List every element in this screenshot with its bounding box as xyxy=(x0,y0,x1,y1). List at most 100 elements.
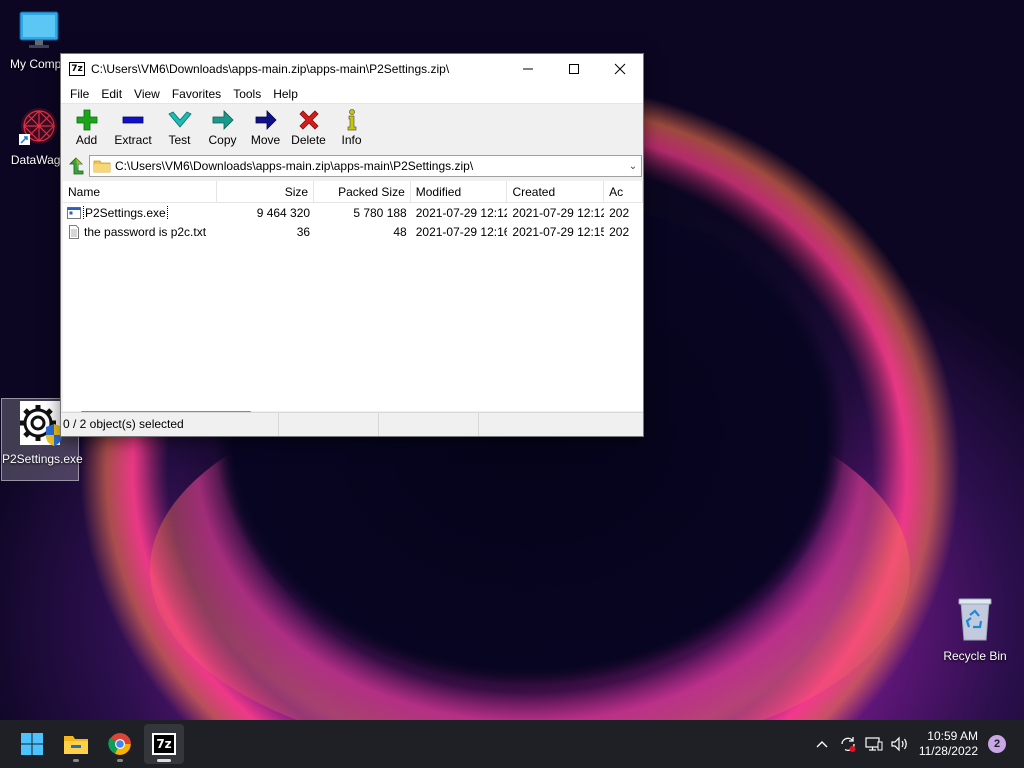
arrow-right-icon xyxy=(212,110,234,130)
menu-file[interactable]: File xyxy=(64,87,95,101)
status-text: 0 / 2 object(s) selected xyxy=(61,413,279,436)
chevron-up-icon xyxy=(816,741,828,748)
column-packed-size[interactable]: Packed Size xyxy=(314,181,411,202)
start-button[interactable] xyxy=(12,724,52,764)
menu-bar: File Edit View Favorites Tools Help xyxy=(61,84,643,104)
menu-view[interactable]: View xyxy=(128,87,166,101)
up-folder-button[interactable] xyxy=(63,155,89,177)
show-hidden-icons-button[interactable] xyxy=(809,720,835,768)
column-size[interactable]: Size xyxy=(217,181,315,202)
recycle-bin-icon xyxy=(958,598,992,641)
delete-label: Delete xyxy=(291,133,326,147)
maximize-icon xyxy=(569,64,579,74)
file-size: 36 xyxy=(296,224,311,239)
desktop-icon-label: Recycle Bin xyxy=(943,649,1007,663)
7zip-icon: 7z xyxy=(152,733,176,755)
folder-icon xyxy=(93,160,111,173)
menu-edit[interactable]: Edit xyxy=(95,87,128,101)
taskbar-chrome[interactable] xyxy=(100,724,140,764)
column-modified[interactable]: Modified xyxy=(411,181,508,202)
column-headers: Name Size Packed Size Modified Created A… xyxy=(63,181,643,203)
desktop-icon-recycle-bin[interactable]: Recycle Bin xyxy=(936,596,1014,663)
add-label: Add xyxy=(75,133,98,147)
file-accessed: 202 xyxy=(609,224,630,239)
close-icon xyxy=(614,63,626,75)
arrow-right-icon xyxy=(255,110,277,130)
running-indicator xyxy=(157,759,171,762)
chrome-icon xyxy=(108,733,131,755)
x-icon xyxy=(298,110,319,130)
info-icon xyxy=(347,109,356,131)
taskbar-7zip[interactable]: 7z xyxy=(144,724,184,764)
file-name: the password is p2c.txt xyxy=(84,224,207,239)
file-created: 2021-07-29 12:12 xyxy=(512,205,605,220)
network-icon xyxy=(865,737,883,751)
exe-file-icon xyxy=(67,206,81,219)
clock-date: 11/28/2022 xyxy=(918,744,978,758)
title-bar[interactable]: 7z C:\Users\VM6\Downloads\apps-main.zip\… xyxy=(61,54,643,84)
volume-button[interactable] xyxy=(887,720,913,768)
minimize-button[interactable] xyxy=(505,54,551,84)
copy-button[interactable]: Copy xyxy=(201,108,244,147)
add-button[interactable]: Add xyxy=(65,108,108,147)
sync-status-button[interactable] xyxy=(835,720,861,768)
file-modified: 2021-07-29 12:12 xyxy=(415,205,508,220)
running-indicator xyxy=(117,759,123,762)
info-button[interactable]: Info xyxy=(330,108,373,147)
network-button[interactable] xyxy=(861,720,887,768)
table-row[interactable]: the password is p2c.txt 36 48 2021-07-29… xyxy=(63,222,643,241)
file-explorer-icon xyxy=(64,736,88,754)
notification-badge[interactable]: 2 xyxy=(988,735,1006,753)
column-accessed[interactable]: Ac xyxy=(604,181,643,202)
maximize-button[interactable] xyxy=(551,54,597,84)
toolbar: Add Extract Test Copy Move Delete Info xyxy=(61,104,643,154)
file-created: 2021-07-29 12:15 xyxy=(512,224,605,239)
file-packed-size: 48 xyxy=(393,224,407,239)
minimize-icon xyxy=(523,68,533,70)
move-button[interactable]: Move xyxy=(244,108,287,147)
taskbar-file-explorer[interactable] xyxy=(56,724,96,764)
file-name: P2Settings.exe xyxy=(83,205,168,220)
plus-icon xyxy=(76,109,97,131)
address-text: C:\Users\VM6\Downloads\apps-main.zip\app… xyxy=(115,159,474,173)
chevron-down-icon[interactable]: ⌄ xyxy=(625,161,641,172)
taskbar: 7z 10:59 AM 11/28/2022 2 xyxy=(0,720,1024,768)
desktop-icon-label: P2Settings.exe xyxy=(2,452,83,466)
file-name-cell: the password is p2c.txt xyxy=(63,225,217,239)
7zip-window: 7z C:\Users\VM6\Downloads\apps-main.zip\… xyxy=(60,53,644,437)
file-list: Name Size Packed Size Modified Created A… xyxy=(63,181,643,411)
sync-icon xyxy=(841,737,856,752)
close-button[interactable] xyxy=(597,54,643,84)
status-pane-2 xyxy=(279,413,379,436)
status-pane-4 xyxy=(479,413,643,436)
datawagon-icon xyxy=(19,108,57,145)
menu-tools[interactable]: Tools xyxy=(227,87,267,101)
file-name-cell: P2Settings.exe xyxy=(63,205,217,220)
system-tray: 10:59 AM 11/28/2022 2 xyxy=(809,720,1024,768)
clock[interactable]: 10:59 AM 11/28/2022 xyxy=(919,729,978,759)
test-label: Test xyxy=(168,133,191,147)
move-label: Move xyxy=(250,133,281,147)
menu-favorites[interactable]: Favorites xyxy=(166,87,227,101)
table-row[interactable]: P2Settings.exe 9 464 320 5 780 188 2021-… xyxy=(63,203,643,222)
clock-time: 10:59 AM xyxy=(927,729,978,743)
delete-button[interactable]: Delete xyxy=(287,108,330,147)
monitor-icon xyxy=(19,11,59,48)
running-indicator xyxy=(73,759,79,762)
file-accessed: 202 xyxy=(609,205,630,220)
test-button[interactable]: Test xyxy=(158,108,201,147)
7zip-app-icon: 7z xyxy=(69,62,85,76)
file-modified: 2021-07-29 12:16 xyxy=(415,224,508,239)
settings-gear-shield-icon xyxy=(20,401,62,446)
column-created[interactable]: Created xyxy=(507,181,605,202)
status-pane-3 xyxy=(379,413,479,436)
text-file-icon xyxy=(69,224,79,239)
menu-help[interactable]: Help xyxy=(267,87,304,101)
copy-label: Copy xyxy=(208,133,237,147)
info-label: Info xyxy=(341,133,362,147)
column-name[interactable]: Name xyxy=(63,181,218,202)
address-field[interactable]: C:\Users\VM6\Downloads\apps-main.zip\app… xyxy=(89,155,642,177)
up-arrow-icon xyxy=(69,157,84,175)
speaker-icon xyxy=(891,736,907,752)
extract-button[interactable]: Extract xyxy=(108,108,158,147)
